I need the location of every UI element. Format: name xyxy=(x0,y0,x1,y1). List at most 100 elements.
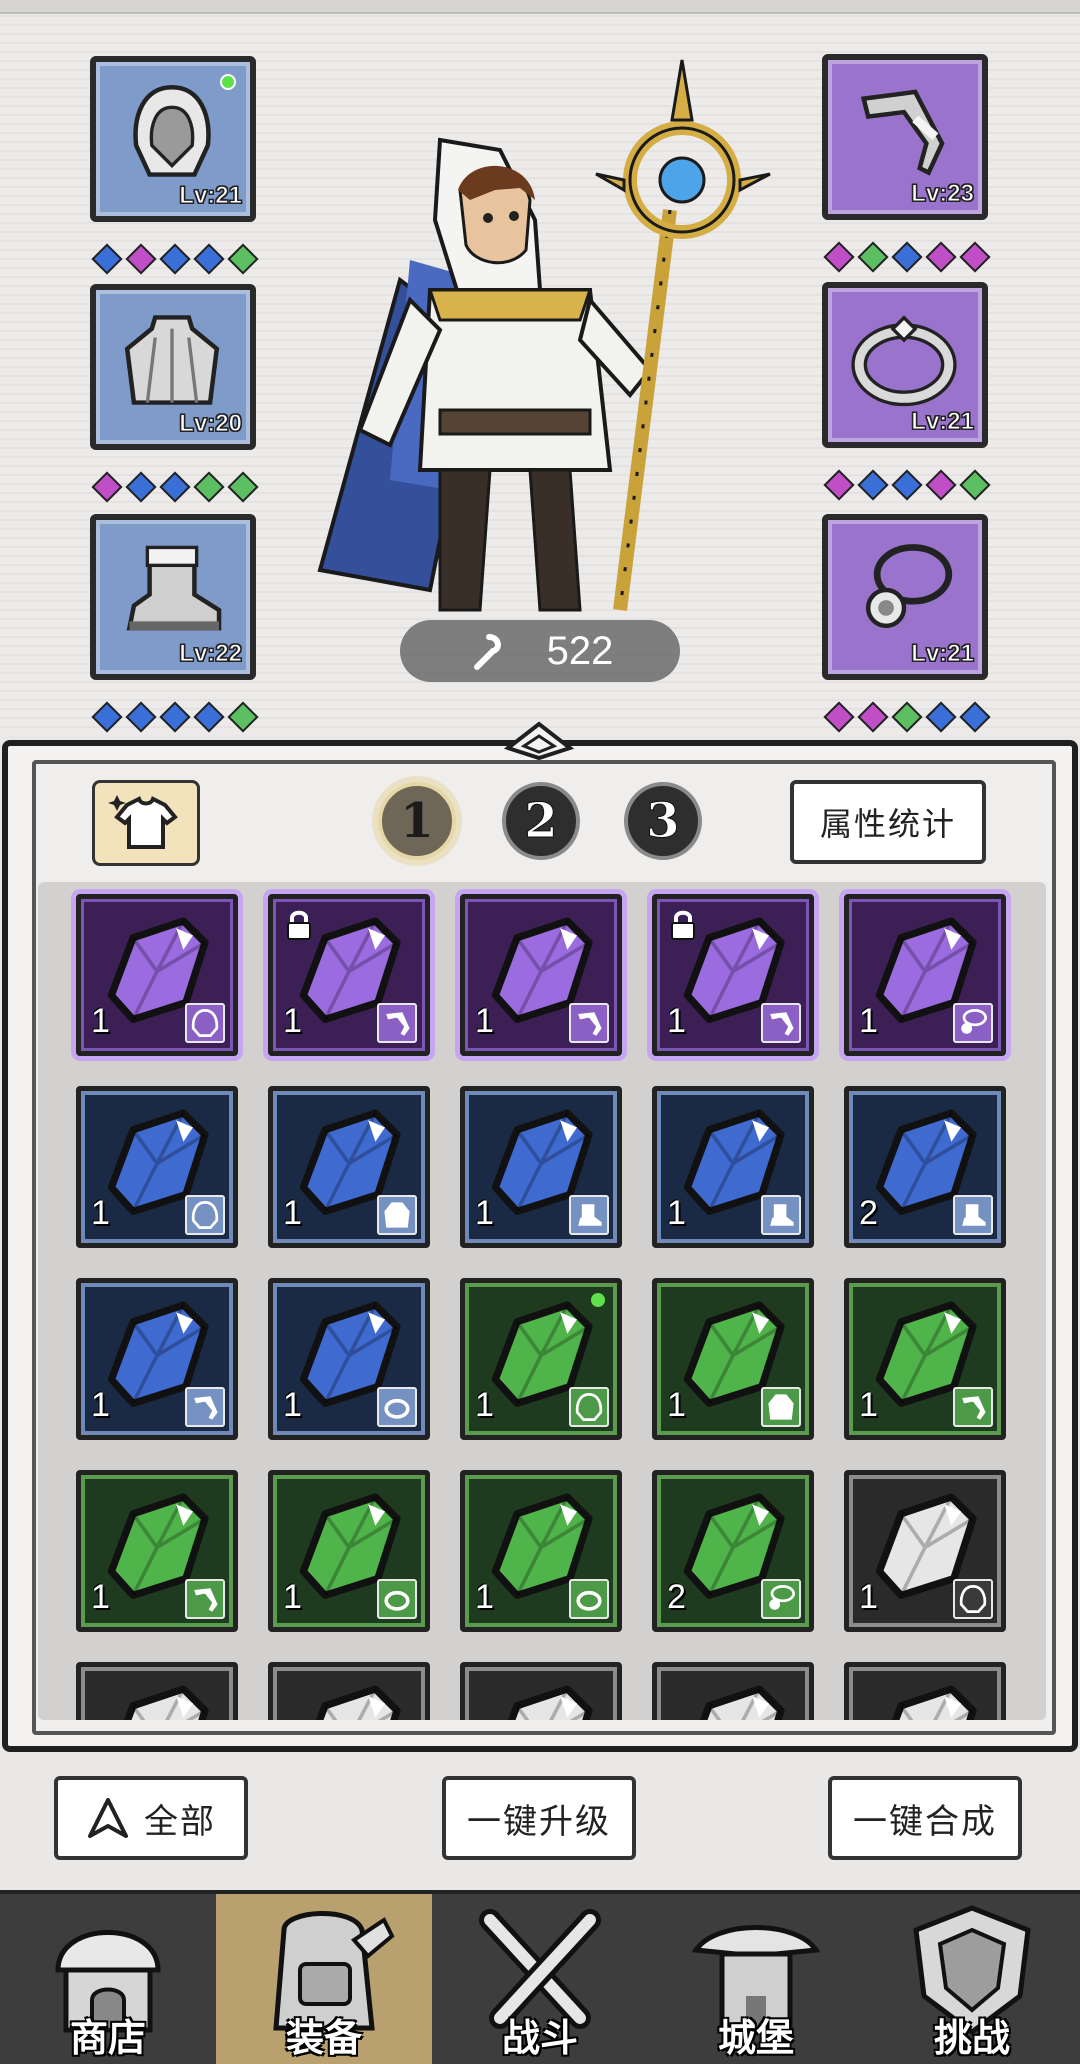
gem-count: 2 xyxy=(667,1578,686,1616)
gem-row-ring xyxy=(824,470,986,496)
socket-gem xyxy=(228,472,254,498)
inventory-gem-slot[interactable]: 1 xyxy=(844,894,1006,1056)
crystal-icon xyxy=(507,1685,593,1720)
weapon-type-icon xyxy=(185,1579,225,1619)
gem-count: 1 xyxy=(475,1002,494,1040)
amulet-type-icon xyxy=(761,1579,801,1619)
inventory-gem-slot[interactable] xyxy=(652,1662,814,1720)
inventory-gem-slot[interactable] xyxy=(268,1662,430,1720)
boots-type-icon xyxy=(569,1195,609,1235)
inventory-gem-slot[interactable]: 1 xyxy=(460,1278,622,1440)
inventory-gem-slot[interactable]: 1 xyxy=(76,894,238,1056)
gem-row-amulet xyxy=(824,702,986,728)
inventory-gem-slot[interactable]: 1 xyxy=(268,1470,430,1632)
new-indicator xyxy=(591,1293,605,1307)
crystal-icon xyxy=(315,1685,401,1720)
one-click-upgrade-button[interactable]: 一键升级 xyxy=(442,1776,636,1860)
cape-type-icon xyxy=(761,1387,801,1427)
bottom-tab-bar: 商店 装备 战斗 城堡 挑战 xyxy=(0,1890,1080,2064)
inventory-gem-slot[interactable]: 1 xyxy=(460,1086,622,1248)
lock-icon xyxy=(669,909,697,941)
inventory-gem-slot[interactable]: 1 xyxy=(652,894,814,1056)
tab-battle[interactable]: 战斗 xyxy=(432,1894,648,2064)
socket-gem xyxy=(160,244,186,270)
crystal-icon xyxy=(891,1685,977,1720)
power-display: 522 xyxy=(400,620,680,682)
inventory-gem-slot[interactable]: 1 xyxy=(652,1278,814,1440)
page-tab-3[interactable]: 3 xyxy=(624,782,702,860)
gem-row-hood xyxy=(92,244,254,270)
one-click-merge-button[interactable]: 一键合成 xyxy=(828,1776,1022,1860)
inventory-gem-slot[interactable]: 1 xyxy=(844,1278,1006,1440)
tab-shop-label: 商店 xyxy=(69,2016,146,2060)
inventory-gem-slot[interactable] xyxy=(460,1662,622,1720)
tab-challenge[interactable]: 挑战 xyxy=(864,1894,1080,2064)
attribute-stats-button[interactable]: 属性统计 xyxy=(790,780,986,864)
page-tab-1[interactable]: 1 xyxy=(378,782,456,860)
socket-gem xyxy=(858,242,884,268)
socket-gem xyxy=(824,702,850,728)
gem-count: 1 xyxy=(667,1194,686,1232)
equip-slot-amulet[interactable]: Lv:21 xyxy=(822,514,988,680)
socket-gem xyxy=(160,472,186,498)
gem-count: 1 xyxy=(667,1386,686,1424)
amulet-type-icon xyxy=(953,1003,993,1043)
inventory-gem-slot[interactable]: 2 xyxy=(844,1086,1006,1248)
hood-type-icon xyxy=(953,1579,993,1619)
weapon-type-icon xyxy=(185,1387,225,1427)
ring-type-icon xyxy=(569,1579,609,1619)
boots-type-icon xyxy=(761,1195,801,1235)
socket-gem xyxy=(126,702,152,728)
inventory-gem-slot[interactable]: 1 xyxy=(268,894,430,1056)
inventory-gem-slot[interactable] xyxy=(844,1662,1006,1720)
hero-character xyxy=(317,59,771,612)
socket-gem xyxy=(892,242,918,268)
top-strip xyxy=(0,0,1080,14)
cape-icon xyxy=(124,315,220,405)
inventory-gem-slot[interactable]: 1 xyxy=(76,1470,238,1632)
socket-gem xyxy=(160,702,186,728)
socket-gem xyxy=(92,702,118,728)
page-tab-2[interactable]: 2 xyxy=(502,782,580,860)
inventory-gem-slot[interactable]: 1 xyxy=(268,1086,430,1248)
power-value: 522 xyxy=(546,628,614,673)
lock-icon xyxy=(285,909,313,941)
outfit-button[interactable] xyxy=(92,780,200,866)
shirt-icon xyxy=(108,795,178,849)
filter-all-button[interactable]: 全部 xyxy=(54,1776,248,1860)
inventory-gem-slot[interactable]: 1 xyxy=(460,1470,622,1632)
inventory-gem-slot[interactable]: 1 xyxy=(76,1086,238,1248)
inventory-gem-slot[interactable]: 1 xyxy=(268,1278,430,1440)
inventory-gem-slot[interactable]: 1 xyxy=(460,894,622,1056)
tab-equipment[interactable]: 装备 xyxy=(216,1894,432,2064)
equip-slot-weapon[interactable]: Lv:23 xyxy=(822,54,988,220)
equip-slot-ring[interactable]: Lv:21 xyxy=(822,282,988,448)
socket-gem xyxy=(92,244,118,270)
socket-gem xyxy=(194,244,220,270)
inventory-gem-slot[interactable]: 1 xyxy=(844,1470,1006,1632)
socket-gem xyxy=(960,242,986,268)
equip-slot-cape[interactable]: Lv:20 xyxy=(90,284,256,450)
tab-castle-label: 城堡 xyxy=(717,2016,794,2060)
tab-shop[interactable]: 商店 xyxy=(0,1894,216,2064)
gem-count: 1 xyxy=(91,1002,110,1040)
equip-slot-hood[interactable]: Lv:21 xyxy=(90,56,256,222)
inventory-grid: 1 1 1 1 1 1 1 1 1 2 1 1 1 1 1 1 1 1 2 1 xyxy=(38,882,1046,1720)
weapon-type-icon xyxy=(953,1387,993,1427)
inventory-gem-slot[interactable] xyxy=(76,1662,238,1720)
inventory-gem-slot[interactable]: 1 xyxy=(652,1086,814,1248)
cape-type-icon xyxy=(377,1195,417,1235)
socket-gem xyxy=(960,470,986,496)
staff-power-icon xyxy=(473,634,501,670)
tab-castle[interactable]: 城堡 xyxy=(648,1894,864,2064)
panel-notch xyxy=(504,721,574,761)
socket-gem xyxy=(858,470,884,496)
inventory-gem-slot[interactable]: 1 xyxy=(76,1278,238,1440)
gem-count: 1 xyxy=(283,1386,302,1424)
socket-gem xyxy=(892,470,918,496)
inventory-gem-slot[interactable]: 2 xyxy=(652,1470,814,1632)
gem-count: 1 xyxy=(859,1578,878,1616)
equip-slot-boots[interactable]: Lv:22 xyxy=(90,514,256,680)
tab-challenge-label: 挑战 xyxy=(933,2016,1010,2060)
crystal-icon xyxy=(123,1685,209,1720)
